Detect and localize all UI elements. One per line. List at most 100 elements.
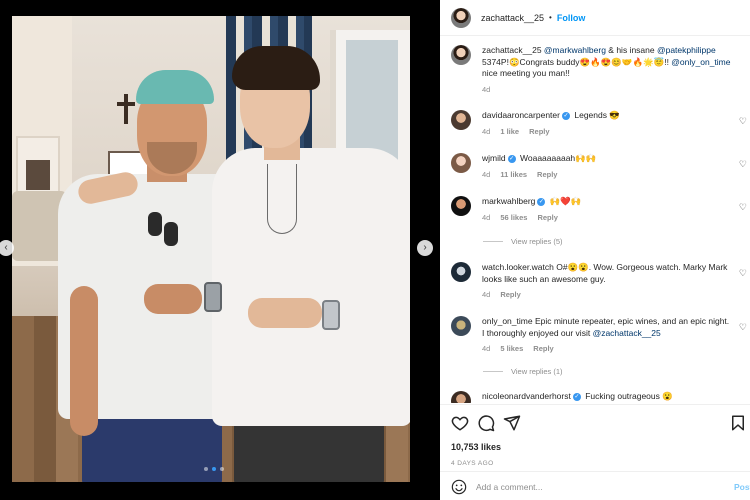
comment-meta: 4d 56 likes Reply — [482, 212, 732, 224]
author-avatar[interactable] — [451, 7, 471, 28]
like-heart-icon[interactable] — [451, 414, 469, 432]
reply-button[interactable]: Reply — [537, 169, 557, 181]
person-left-watch — [204, 282, 222, 312]
post-comment-button[interactable]: Post — [734, 482, 750, 492]
mention-link[interactable]: @markwahlberg — [544, 45, 606, 55]
comments-list[interactable]: zachattack__25 @markwahlberg & his insan… — [440, 37, 750, 403]
caption-body: zachattack__25 @markwahlberg & his insan… — [482, 45, 732, 95]
comment-age: 4d — [482, 344, 491, 353]
view-replies-label: View replies (1) — [511, 367, 563, 376]
header-separator: • — [549, 13, 552, 22]
post-side-panel: zachattack__25 • Follow zachattack__25 @… — [440, 0, 750, 500]
add-comment-bar: Post — [440, 471, 750, 500]
caption-text: zachattack__25 @markwahlberg & his insan… — [482, 45, 732, 80]
comment-text: Woaaaaaaaah🙌🙌 — [520, 153, 597, 163]
person-right-shirt — [212, 148, 410, 426]
emoji-icon[interactable] — [451, 479, 467, 495]
commenter-avatar[interactable] — [451, 153, 471, 173]
comment: davidaaroncarpenter ✓ Legends 😎 4d 1 like R… — [451, 110, 747, 137]
comment-like-heart-icon[interactable]: ♡ — [739, 116, 747, 127]
view-replies-label: View replies (5) — [511, 237, 563, 246]
comment-body: nicoleonardvanderhorst ✓ Fucking outrageo… — [482, 391, 732, 403]
save-bookmark-icon[interactable] — [729, 414, 747, 432]
comment-body: markwahlberg ✓ 🙌❤️🙌 4d 56 likes Reply — [482, 196, 732, 223]
comment: watch.looker.watch O#😮😮. Wow. Gorgeous w… — [451, 262, 747, 301]
caption-text-part: & his insane — [605, 45, 657, 55]
author-username[interactable]: zachattack__25 — [481, 13, 544, 23]
commenter-avatar[interactable] — [451, 110, 471, 130]
action-icons — [451, 414, 747, 434]
comment-icon[interactable] — [477, 414, 495, 432]
post-date: 4 DAYS AGO — [451, 460, 494, 467]
comment-age: 4d — [482, 169, 491, 179]
comment-like-heart-icon[interactable]: ♡ — [739, 268, 747, 279]
likes-count[interactable]: 10,753 likes — [451, 442, 501, 452]
verified-badge-icon: ✓ — [507, 154, 516, 163]
comment-body: davidaaroncarpenter ✓ Legends 😎 4d 1 like R… — [482, 110, 732, 137]
caption-meta: 4d — [482, 84, 732, 96]
caption-avatar[interactable] — [451, 45, 471, 65]
mention-link[interactable]: @patekphilippe — [657, 45, 716, 55]
share-icon[interactable] — [503, 414, 521, 432]
commenter-avatar[interactable] — [451, 391, 471, 403]
commenter-avatar[interactable] — [451, 196, 471, 216]
reply-button[interactable]: Reply — [537, 212, 557, 224]
commenter-avatar[interactable] — [451, 316, 471, 336]
comment: nicoleonardvanderhorst ✓ Fucking outrageo… — [451, 391, 747, 403]
comment: wjmild ✓ Woaaaaaaaah🙌🙌 4d 11 likes Reply ♡ — [451, 153, 747, 180]
verified-badge-icon: ✓ — [537, 197, 546, 206]
comment-likes[interactable]: 56 likes — [500, 212, 527, 224]
carousel-indicator — [204, 467, 224, 471]
photo-fireplace — [16, 136, 60, 196]
comment-like-heart-icon[interactable]: ♡ — [739, 322, 747, 333]
comment-age: 4d — [482, 212, 491, 222]
comment-body: watch.looker.watch O#😮😮. Wow. Gorgeous w… — [482, 262, 732, 301]
comment-text: Legends 😎 — [574, 110, 620, 120]
person-right-hand — [248, 298, 322, 328]
commenter-username[interactable]: wjmild — [482, 153, 506, 163]
reply-button[interactable]: Reply — [533, 343, 553, 355]
verified-badge-icon: ✓ — [561, 111, 570, 120]
commenter-username[interactable]: only_on_time — [482, 316, 533, 326]
person-right-watch — [322, 300, 340, 330]
comment-likes[interactable]: 5 likes — [500, 343, 523, 355]
reply-button[interactable]: Reply — [500, 289, 520, 301]
add-comment-input[interactable] — [476, 478, 716, 496]
commenter-username[interactable]: watch.looker.watch — [482, 262, 554, 272]
commenter-username[interactable]: davidaaroncarpenter — [482, 110, 560, 120]
post-media: ‹ › — [0, 0, 440, 500]
commenter-avatar[interactable] — [451, 262, 471, 282]
comment-body: wjmild ✓ Woaaaaaaaah🙌🙌 4d 11 likes Reply — [482, 153, 732, 180]
comment-meta: 4d 1 like Reply — [482, 126, 732, 138]
comment-meta: 4d 5 likes Reply — [482, 343, 732, 355]
mention-link[interactable]: @only_on_time — [671, 57, 730, 67]
view-replies-button[interactable]: View replies (5) — [483, 237, 563, 246]
caption-text-part: nice meeting you man!! — [482, 68, 570, 78]
reply-button[interactable]: Reply — [529, 126, 549, 138]
comment: only_on_time Epic minute repeater, epic … — [451, 316, 747, 355]
carousel-dot — [220, 467, 224, 471]
view-replies-button[interactable]: View replies (1) — [483, 367, 563, 376]
comment: markwahlberg ✓ 🙌❤️🙌 4d 56 likes Reply ♡ — [451, 196, 747, 223]
comment-like-heart-icon[interactable]: ♡ — [739, 159, 747, 170]
comment-likes[interactable]: 1 like — [500, 126, 519, 138]
comment-like-heart-icon[interactable]: ♡ — [739, 202, 747, 213]
commenter-username[interactable]: nicoleonardvanderhorst — [482, 391, 571, 401]
mention-link[interactable]: @zachattack__25 — [593, 328, 661, 338]
comment-meta: 4d Reply — [482, 289, 732, 301]
caption-username[interactable]: zachattack__25 — [482, 45, 542, 55]
post-header: zachattack__25 • Follow — [440, 0, 750, 36]
comment-text: Fucking outrageous 😮 — [585, 391, 673, 401]
photo-wall-cross — [117, 94, 135, 124]
post-photo[interactable] — [12, 16, 410, 482]
follow-button[interactable]: Follow — [557, 13, 586, 23]
commenter-username[interactable]: markwahlberg — [482, 196, 535, 206]
comment-likes[interactable]: 11 likes — [500, 169, 527, 181]
verified-badge-icon: ✓ — [572, 392, 581, 401]
comment-age: 4d — [482, 290, 491, 299]
caption-text-part: 5374P!😳Congrats buddy😍🔥😍😊🤝🔥🌟😇!! — [482, 56, 672, 67]
comment-meta: 4d 11 likes Reply — [482, 169, 732, 181]
person-left-hand — [144, 284, 202, 314]
person-right-hair — [232, 46, 320, 90]
carousel-next-button[interactable]: › — [417, 240, 433, 256]
